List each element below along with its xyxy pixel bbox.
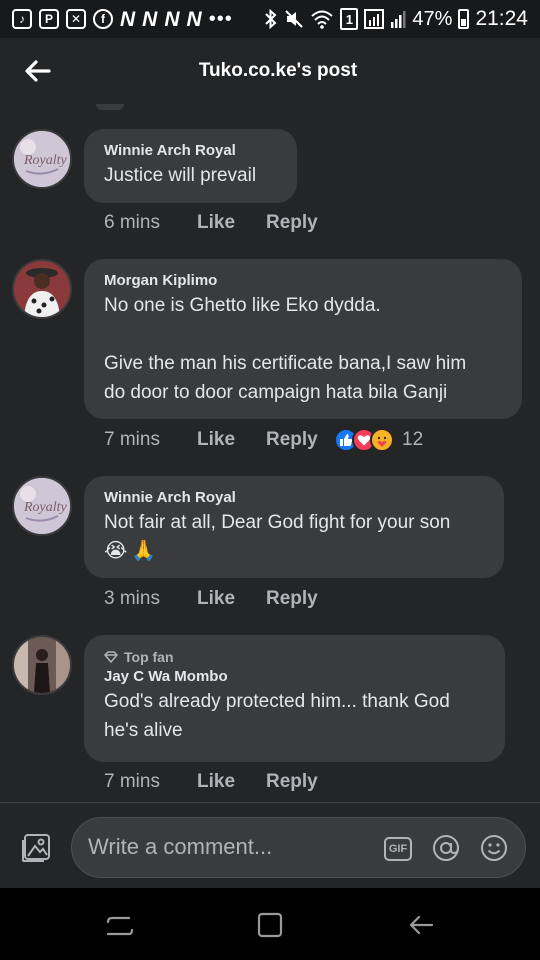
comment-author[interactable]: Morgan Kiplimo xyxy=(104,271,502,291)
comment-bubble[interactable]: Winnie Arch Royal Not fair at all, Dear … xyxy=(84,476,504,578)
comment-actions: 7 mins Like Reply 12 xyxy=(104,428,423,452)
like-button[interactable]: Like xyxy=(197,429,266,451)
comment-time[interactable]: 7 mins xyxy=(104,771,197,793)
comment-text: Justice will prevail xyxy=(104,165,257,186)
more-notifications-icon: ••• xyxy=(208,7,233,30)
reactions-summary[interactable]: 12 xyxy=(334,428,423,452)
previous-comment-edge xyxy=(96,104,124,110)
recent-apps-icon[interactable] xyxy=(104,910,134,940)
avatar[interactable] xyxy=(12,635,72,695)
comment-text: God's already protected him... thank God… xyxy=(104,691,450,741)
wifi-icon xyxy=(311,10,334,29)
sim-icon: 1 xyxy=(340,8,359,30)
comment-bubble[interactable]: Morgan Kiplimo No one is Ghetto like Eko… xyxy=(84,259,522,419)
comment-time[interactable]: 7 mins xyxy=(104,429,197,451)
reply-button[interactable]: Reply xyxy=(266,429,336,451)
gif-icon[interactable]: GIF xyxy=(384,837,412,861)
tiktok-icon: ♪ xyxy=(12,9,32,29)
notif-n-icon: N xyxy=(142,7,158,31)
comment-time[interactable]: 6 mins xyxy=(104,212,197,234)
like-button[interactable]: Like xyxy=(197,212,266,234)
comment-actions: 3 mins Like Reply xyxy=(104,588,336,610)
bluetooth-icon xyxy=(265,9,277,29)
avatar-image: Royalty xyxy=(14,131,70,187)
reply-button[interactable]: Reply xyxy=(266,212,336,234)
reaction-count: 12 xyxy=(402,429,424,450)
photo-x-icon: ✕ xyxy=(66,9,86,29)
comment-bubble[interactable]: Top fan Jay C Wa Mombo God's already pro… xyxy=(84,635,505,762)
avatar[interactable] xyxy=(12,259,72,319)
comment-actions: 6 mins Like Reply xyxy=(104,212,336,234)
care-reaction-icon xyxy=(370,428,394,452)
avatar[interactable]: Royalty xyxy=(12,129,72,189)
avatar[interactable]: Royalty xyxy=(12,476,72,536)
comment-author[interactable]: Winnie Arch Royal xyxy=(104,488,484,508)
top-fan-badge: Top fan xyxy=(104,647,485,667)
comment-input-field[interactable]: GIF xyxy=(71,817,526,878)
facebook-icon: f xyxy=(93,9,113,29)
pinterest-icon: P xyxy=(39,9,59,29)
signal-icon xyxy=(364,9,385,29)
svg-text:Royalty: Royalty xyxy=(23,500,68,515)
comment-author[interactable]: Winnie Arch Royal xyxy=(104,141,277,161)
like-button[interactable]: Like xyxy=(197,771,266,793)
comment-text: Not fair at all, Dear God fight for your… xyxy=(104,508,484,566)
comment-input[interactable] xyxy=(88,818,378,876)
comment-bubble[interactable]: Winnie Arch Royal Justice will prevail xyxy=(84,129,297,203)
diamond-icon xyxy=(104,651,118,663)
avatar-image xyxy=(14,261,70,317)
notif-n-icon: N xyxy=(186,7,202,31)
battery-percent: 47% xyxy=(412,7,453,30)
comment-text: No one is Ghetto like Eko dydda. Give th… xyxy=(104,295,467,403)
back-arrow-icon[interactable] xyxy=(22,56,52,86)
signal-bars-icon xyxy=(391,11,406,28)
comments-feed[interactable]: Royalty Winnie Arch Royal Justice will p… xyxy=(0,104,540,802)
comment-actions: 7 mins Like Reply xyxy=(104,771,336,793)
cry-pray-emoji: 😭🙏 xyxy=(104,540,161,562)
clock: 21:24 xyxy=(475,7,528,30)
notification-icons: ♪ P ✕ f N N N N ••• xyxy=(12,8,233,31)
reply-button[interactable]: Reply xyxy=(266,771,336,793)
like-button[interactable]: Like xyxy=(197,588,266,610)
battery-icon xyxy=(458,9,470,29)
photo-icon[interactable] xyxy=(20,833,52,863)
svg-text:Royalty: Royalty xyxy=(23,153,68,168)
page-title: Tuko.co.ke's post xyxy=(198,60,358,81)
android-back-icon[interactable] xyxy=(406,910,436,940)
status-bar: ♪ P ✕ f N N N N ••• 1 47% 21:24 xyxy=(0,0,540,38)
emoji-icon[interactable] xyxy=(480,834,508,862)
home-icon[interactable] xyxy=(255,910,285,940)
app-header: Tuko.co.ke's post xyxy=(0,38,540,104)
notif-n-icon: N xyxy=(164,7,180,31)
avatar-image xyxy=(14,637,70,693)
avatar-image: Royalty xyxy=(14,478,70,534)
reply-button[interactable]: Reply xyxy=(266,588,336,610)
comment-composer: GIF xyxy=(0,802,540,888)
comment-time[interactable]: 3 mins xyxy=(104,588,197,610)
notif-n-icon: N xyxy=(120,7,136,31)
system-nav-bar xyxy=(0,888,540,960)
comment-author[interactable]: Jay C Wa Mombo xyxy=(104,667,485,687)
at-icon[interactable] xyxy=(432,834,460,862)
mute-icon xyxy=(285,10,304,28)
